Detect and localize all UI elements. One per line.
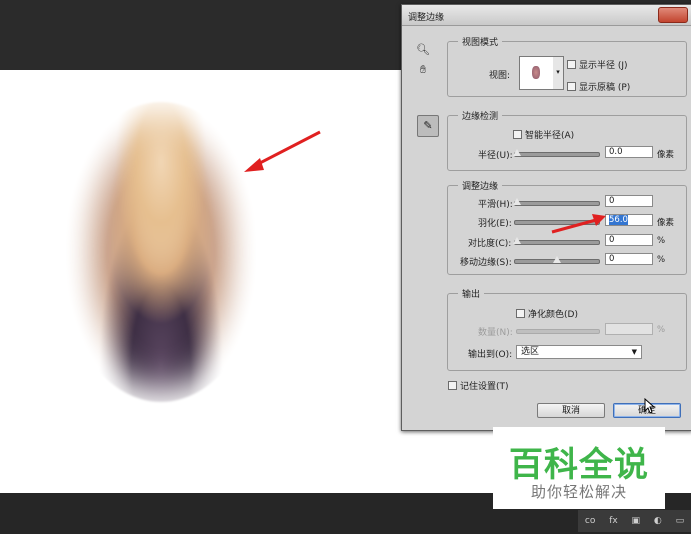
layers-panel-icons: co fx ▣ ◐ ▭ (578, 510, 691, 532)
decontaminate-label: 净化颜色(D) (528, 310, 578, 320)
adjust-edge-title: 调整边缘 (458, 179, 503, 192)
cancel-button[interactable]: 取消 (537, 403, 605, 418)
shift-edge-unit: % (657, 255, 666, 265)
show-radius-check[interactable] (567, 60, 576, 69)
chevron-down-icon[interactable]: ▾ (553, 56, 564, 90)
output-to-select[interactable]: 选区 ▼ (516, 345, 642, 359)
edge-detection-title: 边缘检测 (458, 109, 503, 122)
show-original-label: 显示原稿 (P) (579, 83, 631, 93)
refine-radius-brush-icon[interactable]: ✎ (417, 115, 439, 137)
watermark-subtitle: 助你轻松解决 (530, 483, 627, 501)
smooth-slider-thumb[interactable] (512, 197, 522, 205)
refine-edge-dialog: 调整边缘 🔍︎ ✋︎ ✎ 视图模式 视图: ▾ 显示半径 (J) 显示原稿 (P… (401, 4, 691, 431)
shift-edge-input[interactable]: 0 (605, 253, 653, 265)
remember-settings-checkbox[interactable]: 记住设置(T) (448, 379, 509, 392)
annotation-arrow-right (551, 214, 606, 234)
watermark-title: 百科全说 (509, 445, 649, 485)
view-thumbnail[interactable] (519, 56, 555, 90)
decontaminate-checkbox[interactable]: 净化颜色(D) (516, 307, 578, 320)
contrast-label: 对比度(C): (468, 239, 512, 249)
radius-label: 半径(U): (478, 151, 513, 161)
shift-edge-slider-thumb[interactable] (552, 255, 562, 263)
smart-radius-checkbox[interactable]: 智能半径(A) (513, 128, 574, 141)
output-to-label: 输出到(O): (468, 350, 513, 360)
radius-input[interactable]: 0.0 (605, 146, 653, 158)
contrast-slider-thumb[interactable] (512, 236, 522, 244)
view-mode-title: 视图模式 (458, 35, 503, 48)
edge-detection-group: 边缘检测 (447, 109, 687, 171)
chevron-down-icon: ▼ (631, 348, 637, 356)
feather-input[interactable]: 56.0 (605, 214, 653, 226)
output-title: 输出 (458, 287, 485, 300)
annotation-arrow-left (244, 130, 321, 172)
view-label: 视图: (489, 71, 511, 81)
link-icon[interactable]: co (585, 516, 595, 526)
feather-unit: 像素 (657, 218, 675, 228)
amount-input (605, 323, 653, 335)
amount-unit: % (657, 325, 666, 335)
dialog-tools: 🔍︎ ✋︎ (414, 43, 434, 83)
hand-tool-icon[interactable]: ✋︎ (414, 63, 432, 79)
close-button[interactable] (658, 7, 688, 23)
show-radius-checkbox[interactable]: 显示半径 (J) (567, 58, 628, 71)
amount-label: 数量(N): (478, 328, 513, 338)
feather-label: 羽化(E): (478, 219, 512, 229)
contrast-unit: % (657, 236, 666, 246)
contrast-input[interactable]: 0 (605, 234, 653, 246)
smart-radius-label: 智能半径(A) (525, 131, 575, 141)
decontaminate-check[interactable] (516, 309, 525, 318)
smooth-slider[interactable] (512, 197, 600, 206)
smart-radius-check[interactable] (513, 130, 522, 139)
watermark-logo: 百科全说 助你轻松解决 (493, 427, 665, 509)
dialog-title: 调整边缘 (408, 13, 445, 23)
radius-unit: 像素 (657, 150, 675, 160)
adjustment-icon[interactable]: ◐ (654, 516, 662, 526)
feather-vignette (56, 92, 266, 412)
show-original-checkbox[interactable]: 显示原稿 (P) (567, 80, 630, 93)
radius-slider-thumb[interactable] (512, 148, 522, 156)
smooth-label: 平滑(H): (478, 200, 513, 210)
shift-edge-label: 移动边缘(S): (460, 258, 512, 268)
smooth-input[interactable]: 0 (605, 195, 653, 207)
amount-slider (516, 329, 600, 334)
zoom-tool-icon[interactable]: 🔍︎ (414, 43, 432, 59)
remember-settings-label: 记住设置(T) (460, 382, 509, 392)
show-radius-label: 显示半径 (J) (579, 61, 628, 71)
dialog-titlebar[interactable]: 调整边缘 (402, 5, 691, 26)
shift-edge-slider[interactable] (514, 255, 600, 264)
fx-icon[interactable]: fx (609, 516, 618, 526)
group-icon[interactable]: ▭ (676, 516, 685, 526)
contrast-slider[interactable] (512, 236, 600, 245)
mouse-cursor-icon (644, 398, 656, 414)
show-original-check[interactable] (567, 82, 576, 91)
mask-icon[interactable]: ▣ (632, 516, 641, 526)
remember-settings-check[interactable] (448, 381, 457, 390)
radius-slider[interactable] (512, 148, 600, 157)
